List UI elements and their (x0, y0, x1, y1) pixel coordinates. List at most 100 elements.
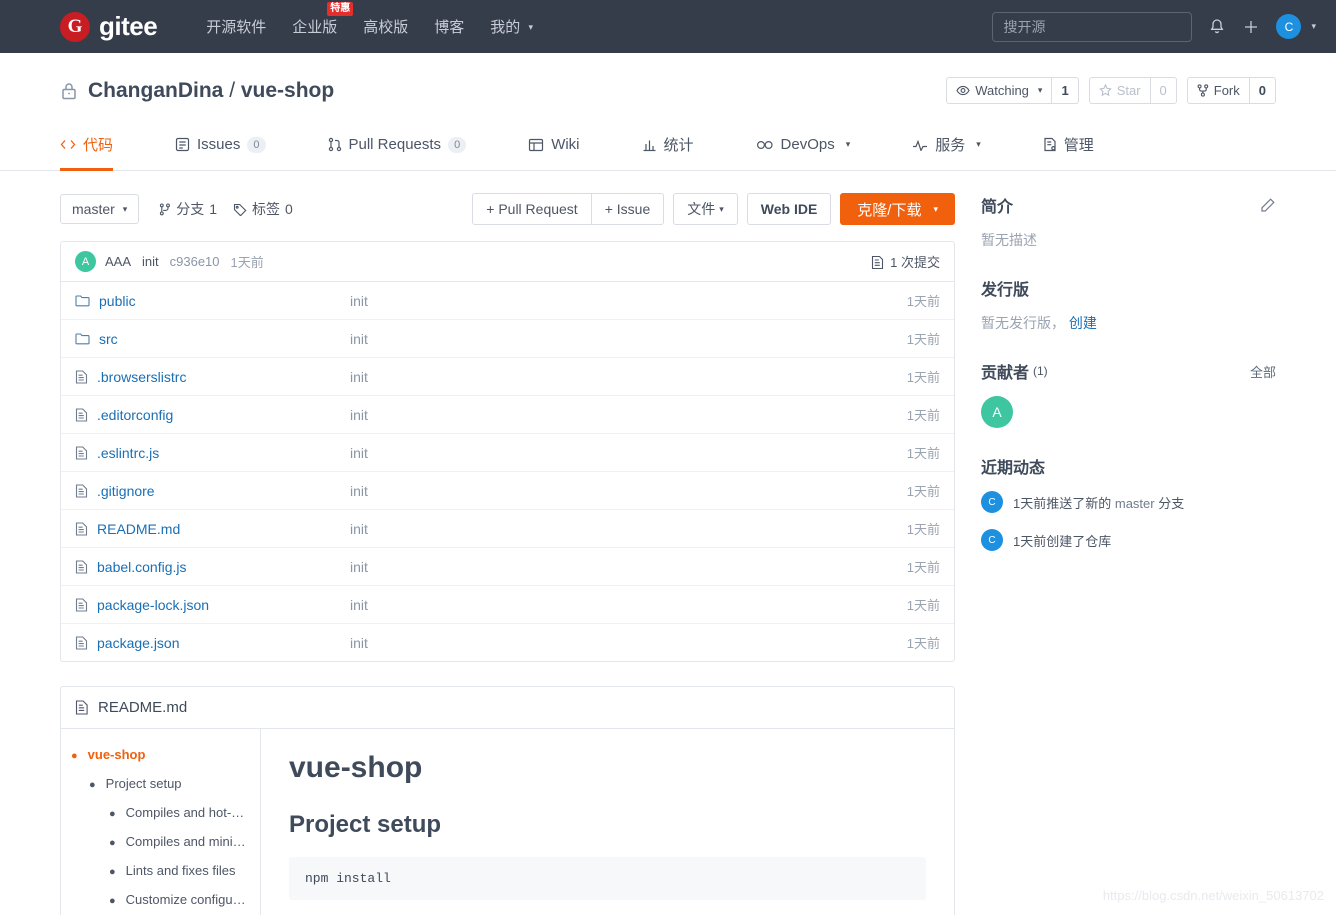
table-row[interactable]: public init 1天前 (61, 282, 954, 320)
tab-statistics-label: 统计 (663, 137, 694, 154)
file-link[interactable]: .eslintrc.js (97, 445, 159, 461)
file-icon (75, 597, 88, 612)
toc-item-compiles-hot[interactable]: ● Compiles and hot-… (109, 805, 250, 820)
nav-item-opensource[interactable]: 开源软件 (193, 16, 279, 37)
file-time: 1天前 (906, 636, 940, 651)
file-commit-message: init (350, 634, 368, 651)
contributors-all-link[interactable]: 全部 (1250, 362, 1276, 381)
new-issue-button[interactable]: + Issue (591, 193, 665, 225)
nav-item-mine[interactable]: 我的 ▾ (477, 16, 546, 37)
nav-item-education-label: 高校版 (363, 19, 409, 36)
search-input[interactable] (992, 11, 1193, 42)
repo-name[interactable]: vue-shop (241, 79, 334, 102)
file-commit-message: init (350, 558, 368, 575)
top-nav-links: 开源软件 企业版 特惠 高校版 博客 我的 ▾ (193, 2, 546, 37)
files-dropdown-button[interactable]: 文件 ▾ (673, 193, 738, 225)
repository-tabs: 代码 Issues 0 Pull Requests 0 Wiki 统计 DevO… (0, 124, 1336, 171)
readme-heading-1: vue-shop (289, 751, 423, 784)
tab-code[interactable]: 代码 (60, 124, 114, 171)
file-time: 1天前 (906, 598, 940, 613)
fork-button[interactable]: Fork (1188, 78, 1249, 103)
readme-code-block: npm install (289, 857, 926, 900)
repository-header: ChanganDina / vue-shop Watching ▾ 1 Star… (0, 53, 1336, 171)
tab-issues[interactable]: Issues 0 (175, 124, 266, 171)
file-link[interactable]: babel.config.js (97, 559, 187, 575)
file-link[interactable]: README.md (97, 521, 180, 537)
tab-statistics[interactable]: 统计 (642, 124, 694, 171)
tab-devops-label: DevOps (780, 136, 835, 153)
repo-owner[interactable]: ChanganDina (88, 79, 223, 102)
tab-pull-requests-label: Pull Requests (348, 136, 442, 153)
toc-item-project-setup[interactable]: ● Project setup (89, 776, 250, 791)
create-release-link[interactable]: 创建 (1069, 315, 1097, 331)
list-item[interactable]: C 1天前推送了新的 master 分支 (981, 491, 1276, 513)
tab-devops[interactable]: DevOps ▾ (756, 124, 850, 171)
plus-icon[interactable] (1242, 18, 1260, 36)
activity-title: 近期动态 (981, 460, 1046, 477)
toc-item-compiles-mini[interactable]: ● Compiles and mini… (109, 834, 250, 849)
commit-author-avatar[interactable]: A (75, 251, 96, 272)
table-row[interactable]: .editorconfig init 1天前 (61, 396, 954, 434)
bullet-icon: ● (109, 895, 116, 907)
watch-count[interactable]: 1 (1051, 78, 1077, 103)
nav-item-enterprise[interactable]: 企业版 特惠 (279, 2, 354, 37)
tab-pull-requests[interactable]: Pull Requests 0 (328, 124, 467, 171)
file-link[interactable]: .browserslistrc (97, 369, 186, 385)
bullet-icon: ● (89, 779, 96, 791)
table-row[interactable]: README.md init 1天前 (61, 510, 954, 548)
edit-icon[interactable] (1260, 197, 1276, 213)
commit-history-link[interactable]: 1 次提交 (871, 252, 940, 271)
file-link[interactable]: public (99, 293, 136, 309)
watch-control: Watching ▾ 1 (946, 77, 1079, 104)
branch-selector[interactable]: master ▾ (60, 194, 140, 224)
table-row[interactable]: .browserslistrc init 1天前 (61, 358, 954, 396)
about-section: 简介 暂无描述 (981, 193, 1276, 250)
commit-sha[interactable]: c936e10 (170, 254, 220, 269)
tab-pull-requests-count: 0 (448, 136, 467, 153)
bell-icon[interactable] (1208, 18, 1226, 36)
new-pull-request-button[interactable]: + Pull Request (472, 193, 592, 225)
file-link[interactable]: package-lock.json (97, 597, 209, 613)
watch-button[interactable]: Watching ▾ (947, 78, 1051, 103)
main-content: master ▾ 分支 1 标签 0 + Pull Request + Issu… (0, 193, 1336, 915)
table-row[interactable]: .eslintrc.js init 1天前 (61, 434, 954, 472)
list-item[interactable]: C 1天前创建了仓库 (981, 529, 1276, 551)
file-link[interactable]: .gitignore (97, 483, 155, 499)
tab-wiki[interactable]: Wiki (528, 124, 580, 171)
activity-branch: master (1114, 495, 1155, 511)
toc-item-vue-shop[interactable]: ● vue-shop (71, 747, 250, 762)
table-row[interactable]: src init 1天前 (61, 320, 954, 358)
user-menu[interactable]: C ▾ (1276, 14, 1316, 39)
file-link[interactable]: package.json (97, 635, 180, 651)
tab-services[interactable]: 服务 ▾ (912, 124, 981, 171)
star-count[interactable]: 0 (1149, 78, 1176, 103)
tab-services-label: 服务 (935, 137, 966, 154)
toc-item-lints[interactable]: ● Lints and fixes files (109, 863, 250, 878)
toc-item-customize[interactable]: ● Customize configu… (109, 892, 250, 907)
tab-manage[interactable]: 管理 (1043, 124, 1094, 171)
nav-item-education[interactable]: 高校版 (350, 16, 421, 37)
branches-link[interactable]: 分支 1 (159, 199, 217, 219)
nav-item-blog[interactable]: 博客 (421, 16, 477, 37)
toc-item-label: vue-shop (87, 747, 146, 762)
file-icon (75, 407, 88, 422)
file-name-cell: .gitignore (75, 483, 350, 499)
file-link[interactable]: src (99, 331, 118, 347)
gitee-brand-logo[interactable]: G gitee (60, 11, 158, 42)
tab-wiki-label: Wiki (551, 136, 580, 153)
avatar[interactable]: A (981, 396, 1013, 428)
clone-download-button[interactable]: 克隆/下载 ▾ (840, 193, 955, 225)
table-row[interactable]: babel.config.js init 1天前 (61, 548, 954, 586)
file-link[interactable]: .editorconfig (97, 407, 173, 423)
toc-item-label: Compiles and mini… (125, 834, 246, 849)
tags-link[interactable]: 标签 0 (233, 199, 293, 219)
commit-author-name[interactable]: AAA (105, 254, 131, 269)
table-row[interactable]: .gitignore init 1天前 (61, 472, 954, 510)
table-row[interactable]: package.json init 1天前 (61, 624, 954, 661)
fork-count[interactable]: 0 (1248, 78, 1275, 103)
star-button[interactable]: Star (1090, 78, 1150, 103)
web-ide-button[interactable]: Web IDE (746, 193, 832, 225)
table-row[interactable]: package-lock.json init 1天前 (61, 586, 954, 624)
commit-message[interactable]: init (142, 254, 159, 269)
tab-issues-label: Issues (197, 136, 241, 153)
